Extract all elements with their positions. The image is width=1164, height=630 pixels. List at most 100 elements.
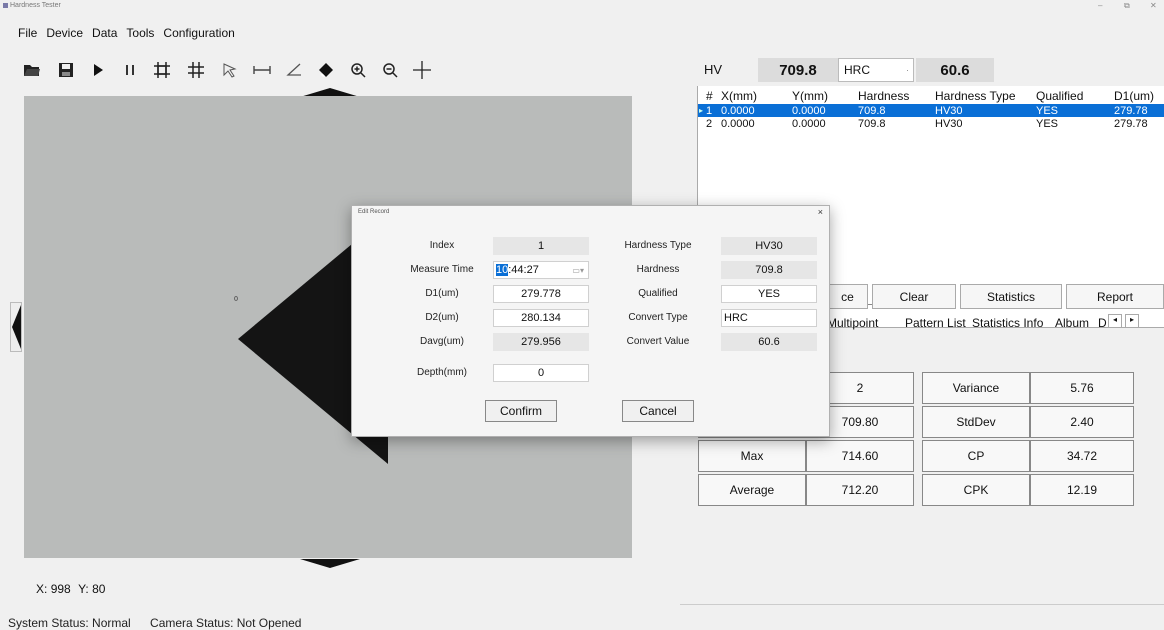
tab-scroll-right-icon[interactable]: ▸ bbox=[1125, 314, 1139, 328]
hardness-field: 709.8 bbox=[721, 261, 817, 279]
stat-label: StdDev bbox=[922, 406, 1030, 438]
minimize-button[interactable]: – bbox=[1098, 1, 1102, 10]
cell: YES bbox=[1036, 117, 1059, 130]
qualified-field[interactable]: YES bbox=[721, 285, 817, 303]
report-button[interactable]: Report bbox=[1066, 284, 1164, 309]
davg-field: 279.956 bbox=[493, 333, 589, 351]
d2-field[interactable]: 280.134 bbox=[493, 309, 589, 327]
measure-time-picker[interactable]: 10 :44:27 ▭▾ bbox=[493, 261, 589, 279]
window-title: Hardness Tester bbox=[10, 2, 61, 9]
clear-button[interactable]: Clear bbox=[872, 284, 956, 309]
hardness-type-field: HV30 bbox=[721, 237, 817, 255]
tab-statistics-info[interactable]: Statistics Info bbox=[972, 316, 1043, 330]
convert-type-selected: HRC bbox=[724, 312, 748, 324]
title-bar: Hardness Tester – ⧉ ✕ bbox=[0, 0, 1164, 12]
zoom-in-icon[interactable] bbox=[346, 58, 370, 82]
col-d1[interactable]: D1(um) bbox=[1114, 89, 1154, 103]
select-arrow-icon[interactable] bbox=[218, 58, 242, 82]
d1-field[interactable]: 279.778 bbox=[493, 285, 589, 303]
stat-value: 712.20 bbox=[806, 474, 914, 506]
confirm-button[interactable]: Confirm bbox=[485, 400, 557, 422]
d1-label: D1(um) bbox=[425, 288, 459, 299]
convert-value: 60.6 bbox=[916, 58, 994, 82]
menu-bar: File Device Data Tools Configuration bbox=[0, 26, 244, 44]
status-bar: System Status: Normal Camera Status: Not… bbox=[0, 616, 680, 630]
maximize-button[interactable]: ⧉ bbox=[1124, 1, 1130, 11]
angle-icon[interactable] bbox=[282, 58, 306, 82]
stat-label: CP bbox=[922, 440, 1030, 472]
convert-value-field: 60.6 bbox=[721, 333, 817, 351]
stat-label: Average bbox=[698, 474, 806, 506]
convert-type-label: Convert Type bbox=[628, 312, 688, 323]
menu-file[interactable]: File bbox=[18, 26, 37, 44]
cell: 0.0000 bbox=[792, 104, 826, 117]
index-field: 1 bbox=[493, 237, 589, 255]
stat-value: 12.19 bbox=[1030, 474, 1134, 506]
grid-box-icon[interactable] bbox=[150, 58, 174, 82]
menu-data[interactable]: Data bbox=[92, 26, 117, 44]
qualified-label: Qualified bbox=[638, 288, 678, 299]
grid-icon[interactable] bbox=[184, 58, 208, 82]
col-x[interactable]: X(mm) bbox=[721, 89, 757, 103]
app-icon bbox=[3, 3, 8, 8]
col-hardness-type[interactable]: Hardness Type bbox=[935, 89, 1016, 103]
menu-device[interactable]: Device bbox=[46, 26, 83, 44]
hv-value: 709.8 bbox=[758, 58, 838, 82]
convert-type-dropdown[interactable]: HRC bbox=[721, 309, 817, 327]
menu-configuration[interactable]: Configuration bbox=[163, 26, 234, 44]
col-hardness[interactable]: Hardness bbox=[858, 89, 909, 103]
menu-tools[interactable]: Tools bbox=[126, 26, 154, 44]
stat-value: 5.76 bbox=[1030, 372, 1134, 404]
close-button[interactable]: ✕ bbox=[1150, 1, 1157, 10]
hardness-label: Hardness bbox=[636, 264, 680, 275]
crosshair-icon[interactable] bbox=[410, 58, 434, 82]
dialog-title: Edit Record bbox=[358, 209, 390, 215]
play-icon[interactable] bbox=[86, 58, 110, 82]
tab-more[interactable]: D bbox=[1098, 316, 1107, 330]
cancel-button[interactable]: Cancel bbox=[622, 400, 694, 422]
cell: HV30 bbox=[935, 104, 963, 117]
col-index[interactable]: # bbox=[706, 89, 713, 103]
cell: YES bbox=[1036, 104, 1059, 117]
pan-left-handle[interactable] bbox=[10, 302, 22, 352]
cell: 709.8 bbox=[858, 117, 886, 130]
tab-scroll-left-icon[interactable]: ◂ bbox=[1108, 314, 1122, 328]
col-y[interactable]: Y(mm) bbox=[792, 89, 828, 103]
speck bbox=[234, 296, 238, 301]
open-folder-icon[interactable] bbox=[20, 58, 44, 82]
x-value: 998 bbox=[50, 582, 71, 596]
col-qualified[interactable]: Qualified bbox=[1036, 89, 1083, 103]
time-hour-selected[interactable]: 10 bbox=[496, 264, 509, 276]
time-rest: :44:27 bbox=[508, 264, 539, 276]
tab-pattern-list[interactable]: Pattern List bbox=[905, 316, 966, 330]
davg-label: Davg(um) bbox=[420, 336, 464, 347]
tab-multipoint[interactable]: Multipoint bbox=[827, 316, 878, 330]
depth-field[interactable]: 0 bbox=[493, 364, 589, 382]
table-header: # X(mm) Y(mm) Hardness Hardness Type Qua… bbox=[698, 88, 1164, 104]
zoom-out-icon[interactable] bbox=[378, 58, 402, 82]
convert-value-label: Convert Value bbox=[626, 336, 690, 347]
cell: 0.0000 bbox=[721, 104, 755, 117]
cell: 0.0000 bbox=[721, 117, 755, 130]
stat-value: 714.60 bbox=[806, 440, 914, 472]
edit-record-dialog: Edit Record × Index 1 Measure Time 10 :4… bbox=[351, 205, 830, 437]
save-icon[interactable] bbox=[54, 58, 78, 82]
pause-icon[interactable] bbox=[118, 58, 142, 82]
system-status: System Status: Normal bbox=[8, 616, 131, 630]
action-buttons: ce Clear Statistics Report bbox=[780, 284, 1164, 312]
distance-icon[interactable] bbox=[250, 58, 274, 82]
pan-down-arrow[interactable] bbox=[300, 558, 360, 568]
tab-album[interactable]: Album bbox=[1055, 316, 1089, 330]
calendar-icon[interactable]: ▭▾ bbox=[572, 266, 584, 275]
cell: 709.8 bbox=[858, 104, 886, 117]
pan-left-arrow bbox=[12, 305, 21, 349]
statistics-button[interactable]: Statistics bbox=[960, 284, 1062, 309]
eraser-icon[interactable] bbox=[314, 58, 338, 82]
close-icon[interactable]: × bbox=[818, 207, 823, 217]
toolbar bbox=[0, 58, 660, 86]
table-row[interactable]: 2 0.0000 0.0000 709.8 HV30 YES 279.78 bbox=[698, 117, 1164, 130]
convert-type-select[interactable]: HRC · bbox=[838, 58, 914, 82]
trace-button[interactable]: ce bbox=[828, 284, 868, 309]
table-row[interactable]: ▸ 1 0.0000 0.0000 709.8 HV30 YES 279.78 bbox=[698, 104, 1164, 117]
row-selector-icon: ▸ bbox=[699, 106, 704, 115]
